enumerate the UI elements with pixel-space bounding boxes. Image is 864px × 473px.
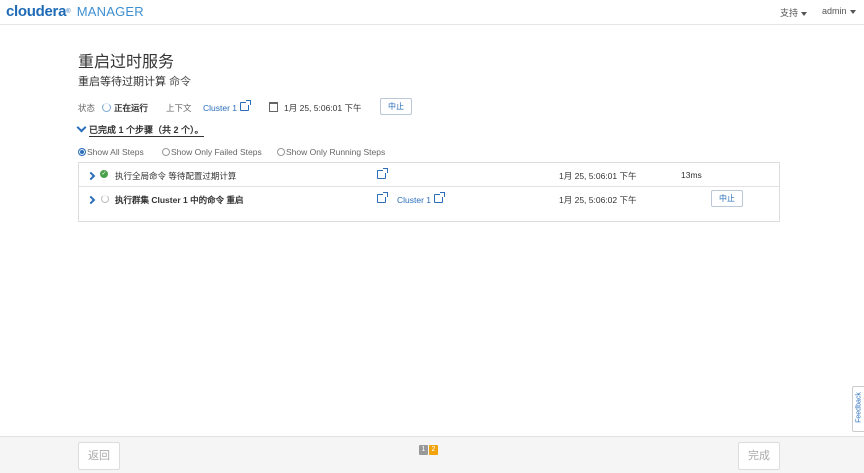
abort-step-button[interactable]: 中止 (711, 190, 743, 207)
status-timestamp: 1月 25, 5:06:01 下午 (269, 102, 362, 114)
external-link-icon[interactable] (377, 192, 388, 203)
step-row[interactable]: ✓ 执行全局命令 等待配置过期计算 1月 25, 5:06:01 下午 13ms (79, 163, 779, 186)
caret-down-icon (849, 9, 856, 14)
step-name: 执行群集 Cluster 1 中的命令 重启 (115, 195, 244, 205)
logo-product: MANAGER (76, 4, 144, 19)
external-link-icon (434, 192, 446, 203)
page-indicator-2[interactable]: 2 (429, 445, 438, 455)
radio-icon (162, 148, 170, 156)
cloudera-manager-logo[interactable]: cloudera® MANAGER (6, 3, 144, 21)
context-link[interactable]: Cluster 1 (203, 100, 252, 113)
running-spinner-icon (101, 195, 109, 203)
step-name: 执行全局命令 等待配置过期计算 (115, 171, 237, 181)
step-context-link[interactable]: Cluster 1 (397, 192, 446, 205)
running-spinner-icon (102, 103, 111, 112)
user-menu-label: admin (822, 6, 847, 16)
calendar-icon (269, 102, 278, 112)
wizard-pager: 12 (419, 443, 439, 455)
wizard-footer: 返回 12 完成 (0, 436, 864, 473)
radio-selected-icon (78, 148, 86, 156)
external-link-icon (240, 100, 252, 111)
step-time: 1月 25, 5:06:02 下午 (559, 195, 637, 205)
filter-all-steps[interactable]: Show All Steps (78, 147, 144, 157)
top-navbar: cloudera® MANAGER 支持 admin (0, 0, 864, 25)
command-subtitle: 重启等待过期计算 命令 (78, 73, 191, 89)
logo-brand: cloudera (6, 3, 67, 20)
status-label: 状态 (78, 103, 96, 113)
command-name: 重启等待过期计算 (78, 76, 166, 88)
caret-down-icon (801, 11, 808, 16)
filter-running-steps[interactable]: Show Only Running Steps (277, 147, 385, 157)
page-indicator-1[interactable]: 1 (419, 445, 428, 455)
step-row[interactable]: 执行群集 Cluster 1 中的命令 重启 Cluster 1 1月 25, … (79, 187, 779, 210)
command-status-line: 状态 正在运行 上下文 Cluster 1 1月 25, 5:06:01 下午 … (78, 98, 780, 118)
chevron-down-icon (76, 122, 87, 133)
external-link-icon[interactable] (377, 168, 388, 179)
feedback-tab[interactable]: Feedback (852, 386, 864, 432)
steps-table: ✓ 执行全局命令 等待配置过期计算 1月 25, 5:06:01 下午 13ms… (78, 162, 780, 222)
radio-icon (277, 148, 285, 156)
step-time: 1月 25, 5:06:01 下午 (559, 171, 637, 181)
feedback-label: Feedback (855, 392, 863, 423)
page-title: 重启过时服务 (78, 54, 175, 71)
user-menu[interactable]: admin (822, 6, 856, 16)
success-check-icon: ✓ (100, 170, 108, 178)
status-value: 正在运行 (102, 102, 148, 114)
support-menu-label: 支持 (780, 8, 799, 18)
steps-progress-text: 已完成 1 个步骤（共 2 个）。 (89, 125, 204, 137)
expand-chevron-icon[interactable] (86, 171, 96, 181)
back-button[interactable]: 返回 (78, 442, 120, 470)
finish-button[interactable]: 完成 (738, 442, 780, 470)
filter-failed-steps[interactable]: Show Only Failed Steps (162, 147, 262, 157)
step-duration: 13ms (681, 170, 702, 180)
context-label: 上下文 (166, 103, 192, 113)
support-menu[interactable]: 支持 (780, 6, 808, 19)
abort-command-button[interactable]: 中止 (380, 98, 412, 115)
expand-chevron-icon[interactable] (86, 195, 96, 205)
command-suffix: 命令 (169, 76, 192, 88)
steps-toggle[interactable]: 已完成 1 个步骤（共 2 个）。 (76, 122, 204, 137)
